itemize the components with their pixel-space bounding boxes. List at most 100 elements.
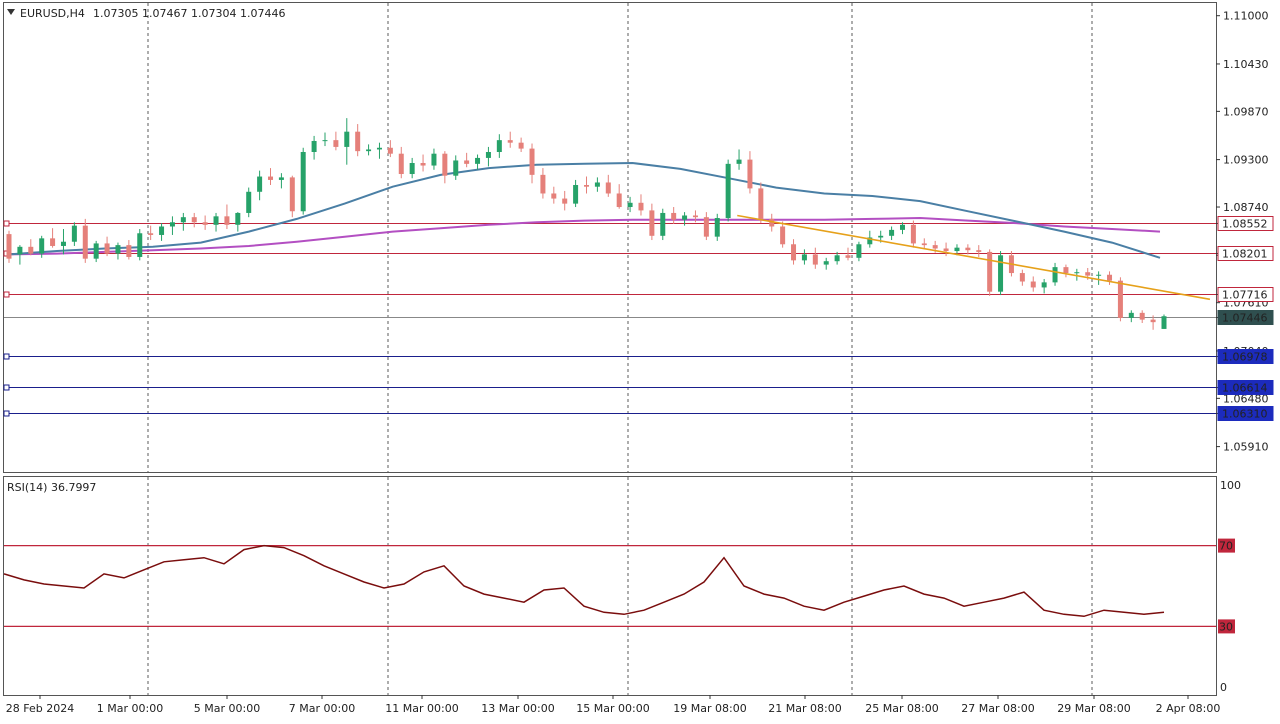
rsi-tick-label: 100 [1220,479,1241,492]
candle [943,242,949,257]
candle [420,154,426,172]
candle-body [823,261,829,265]
candle [638,194,644,216]
candle-body [605,182,611,194]
candle-body [1074,272,1080,274]
candle [213,212,219,232]
candle [28,239,34,256]
candle-body [333,140,339,147]
rsi-level-label: 30 [1219,620,1233,633]
candle [366,144,372,156]
candle-body [268,176,274,180]
candle-body [453,160,459,176]
candle [409,157,415,179]
candle [780,221,786,248]
candle [976,245,982,257]
level-price-text: 1.07716 [1222,289,1268,302]
candle-body [714,218,720,237]
price-tick-label: 1.05910 [1223,441,1269,454]
candle [998,251,1004,296]
candle-body [50,238,56,246]
candle-body [747,159,753,189]
candle [180,212,186,231]
candle [594,177,600,192]
candle [257,170,263,201]
candle [333,131,339,151]
candle-body [300,151,306,212]
candle-body [246,191,252,213]
candle-body [137,233,143,257]
candle [224,204,230,230]
horizontal-levels[interactable] [3,220,1216,417]
time-axis-label: 2 Apr 08:00 [1156,702,1221,715]
candle-body [485,151,491,158]
candle-body [1139,312,1145,320]
candle-body [1117,280,1123,318]
candle-body [1030,281,1036,288]
candle-body [649,210,655,236]
candle-body [409,163,415,175]
candle-body [104,243,110,254]
candle-body [60,241,66,246]
candle [758,182,764,224]
trendline-group[interactable] [737,214,1211,301]
chart-canvas[interactable]: 1.110001.104301.098701.093001.087401.081… [0,0,1280,720]
candle [616,184,622,209]
candle-body [671,212,677,220]
candle-body [954,247,960,252]
candle [736,149,742,170]
candle [725,159,731,222]
candle-body [213,216,219,225]
candle-body [584,185,589,187]
rsi-axis: 70 30 100 0 [1218,479,1241,694]
candle [169,216,175,235]
trading-chart[interactable]: 1.110001.104301.098701.093001.087401.081… [0,0,1280,720]
candle-body [845,255,851,258]
candle [1161,314,1167,329]
level-price-text: 1.08552 [1222,218,1268,231]
candle-body [1085,272,1091,276]
candle-body [780,226,786,245]
candle-body [703,217,709,237]
symbol-label: EURUSD,H4 [20,7,85,20]
candle-body [791,244,797,261]
candle [268,168,274,186]
candle [703,212,709,241]
candle [1041,278,1047,294]
candle-body [921,243,927,246]
candle-body [431,153,437,166]
candle [453,155,459,180]
price-tick-label: 1.09870 [1223,105,1269,118]
candle-body [1063,267,1069,274]
candle [823,257,829,270]
candle-body [355,131,361,152]
time-axis-label: 21 Mar 08:00 [768,702,841,715]
candle [1107,271,1113,285]
candle-body [736,159,742,164]
collapse-triangle-icon[interactable] [7,9,15,15]
candle-body [910,224,916,244]
rsi-panel-frame [3,476,1217,696]
time-axis-label: 25 Mar 08:00 [865,702,938,715]
candle [93,240,99,263]
candle-body [180,217,186,223]
level-handle [3,384,10,391]
candle-body [1128,312,1134,318]
time-axis[interactable]: 28 Feb 2024 1 Mar 00:00 5 Mar 00:00 7 Mar 0… [6,695,1221,715]
candle [104,236,110,257]
candle-body [529,148,535,175]
candle-body [562,198,568,204]
candle [856,241,862,262]
candle [1139,310,1145,324]
candle [376,142,382,159]
candle [660,208,666,241]
candle-body [202,222,208,225]
level-price-text: 1.07446 [1222,312,1268,325]
candle [387,140,393,158]
candle-body [594,182,600,187]
level-handle [3,410,10,417]
candle [126,240,132,260]
candle-body [507,140,513,143]
candle [485,146,491,167]
candle-body [1161,316,1167,329]
